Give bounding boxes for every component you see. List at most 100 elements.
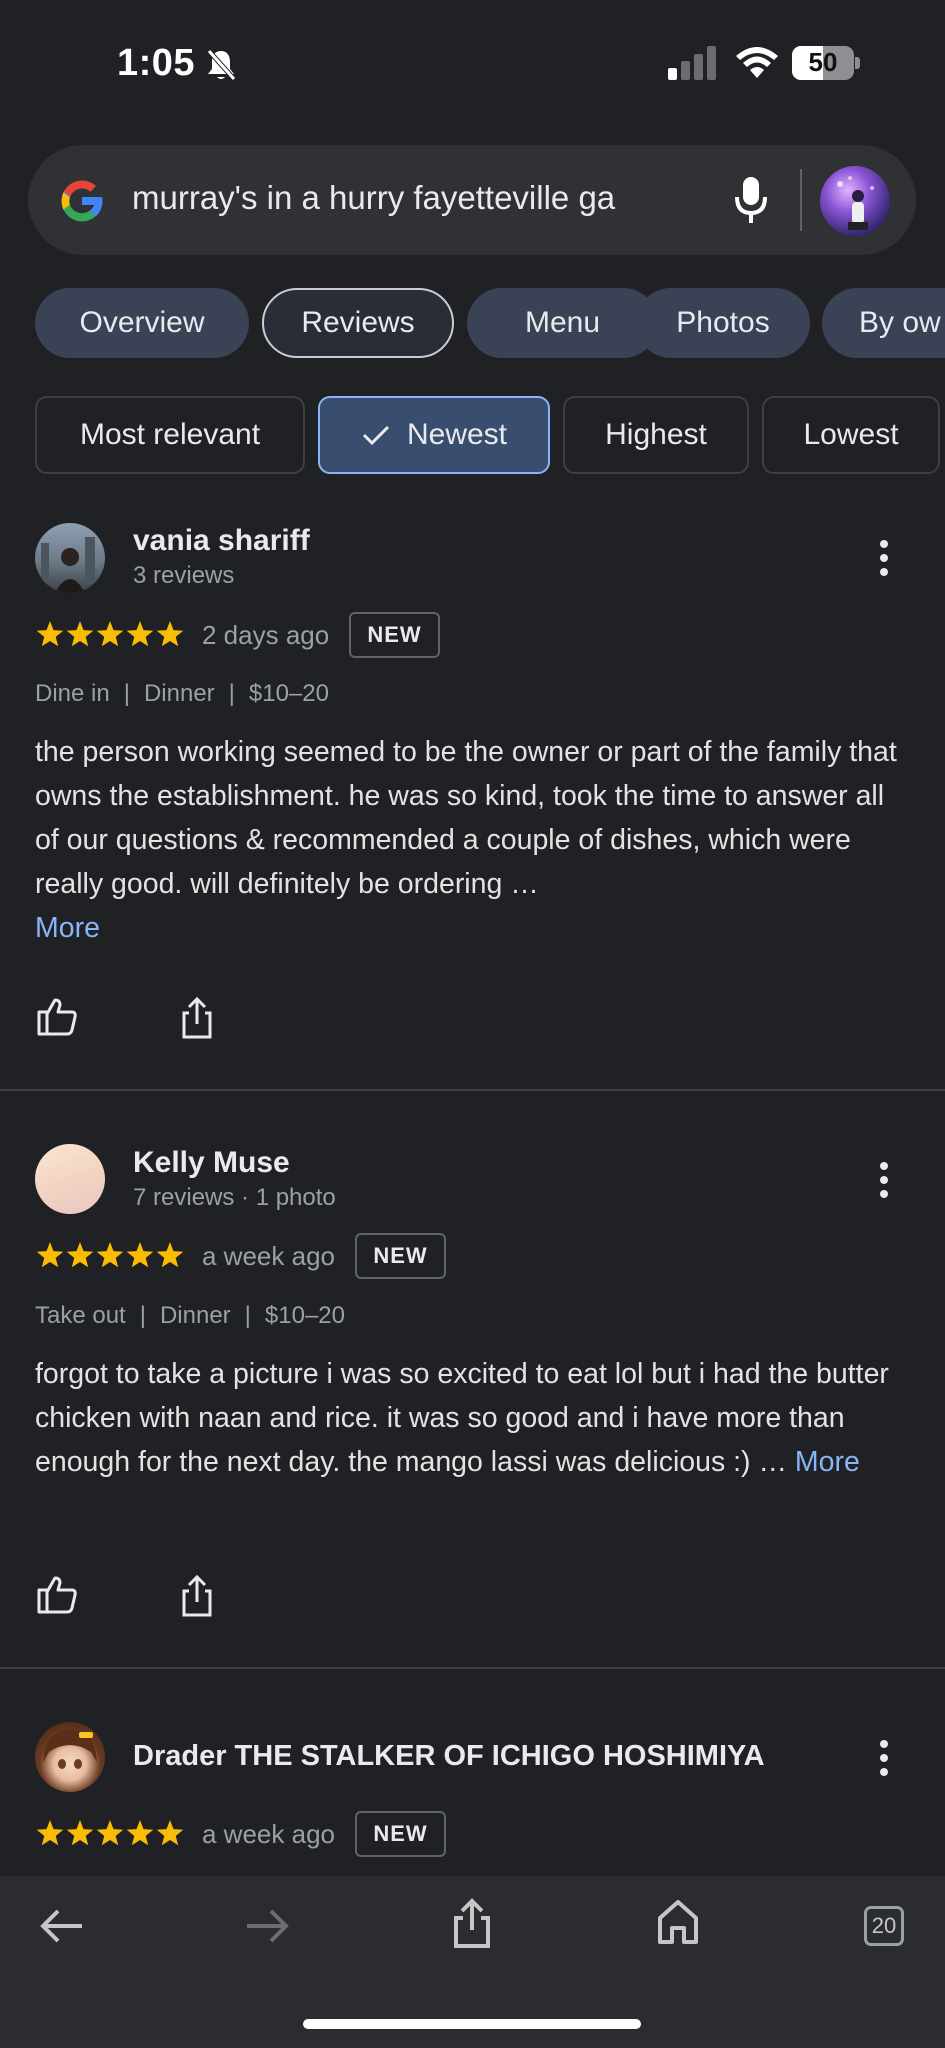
anime-avatar-icon xyxy=(43,1730,97,1769)
star-icon xyxy=(156,1820,184,1846)
review-text: forgot to take a picture i was so excite… xyxy=(35,1352,905,1484)
meta-meal: Dinner xyxy=(159,1302,231,1329)
reviewer-photo-icon xyxy=(41,537,95,593)
check-icon xyxy=(362,425,390,446)
meta-price: $10–20 xyxy=(248,680,329,707)
filter-newest[interactable]: Newest xyxy=(318,396,550,474)
share-icon[interactable] xyxy=(180,1574,214,1618)
more-options-icon[interactable] xyxy=(874,538,894,578)
meta-price: $10–20 xyxy=(264,1302,345,1329)
reviewer-name[interactable]: Drader THE STALKER OF ICHIGO HOSHIMIYA xyxy=(133,1740,765,1773)
review-body: forgot to take a picture i was so excite… xyxy=(35,1358,889,1478)
reviewer-stats: 3 reviews xyxy=(133,562,235,589)
thumbs-up-icon[interactable] xyxy=(35,994,79,1038)
meta-service: Dine in xyxy=(35,680,110,707)
star-icon xyxy=(96,621,124,647)
filter-label: Newest xyxy=(406,418,508,451)
reviewer-stats: 7 reviews · 1 photo xyxy=(133,1184,336,1211)
star-icon xyxy=(36,1242,64,1268)
star-icon xyxy=(126,1820,154,1846)
more-link[interactable]: More xyxy=(795,1446,860,1478)
tab-menu[interactable]: Menu xyxy=(467,288,658,358)
stars-svg xyxy=(36,1820,184,1846)
reviewer-avatar[interactable] xyxy=(35,523,105,593)
tab-by-owner[interactable]: By ow xyxy=(822,288,945,358)
share-icon[interactable] xyxy=(452,1898,492,1950)
star-icon xyxy=(66,1242,94,1268)
forward-arrow-icon[interactable] xyxy=(243,1902,291,1950)
meta-separator: | xyxy=(123,680,130,707)
star-rating xyxy=(35,1818,185,1850)
review-text: the person working seemed to be the owne… xyxy=(35,730,905,950)
battery-percent: 50 xyxy=(808,47,838,77)
meta-service: Take out xyxy=(35,1302,126,1329)
star-icon xyxy=(156,1242,184,1268)
new-badge: NEW xyxy=(355,1233,446,1279)
place-tabs: Overview Reviews Menu Photos By ow xyxy=(0,288,945,358)
battery-indicator: 50 xyxy=(792,46,860,80)
tab-overview[interactable]: Overview xyxy=(35,288,249,358)
review-body: the person working seemed to be the owne… xyxy=(35,736,897,900)
meta-separator: | xyxy=(244,1302,251,1329)
reviewer-avatar[interactable] xyxy=(35,1144,105,1214)
tab-reviews[interactable]: Reviews xyxy=(262,288,454,358)
search-query[interactable]: murray's in a hurry fayetteville ga xyxy=(132,179,615,217)
review-time: 2 days ago xyxy=(202,620,330,650)
reviewer-name[interactable]: Kelly Muse xyxy=(133,1146,290,1180)
filter-lowest[interactable]: Lowest xyxy=(762,396,940,474)
filter-highest[interactable]: Highest xyxy=(563,396,749,474)
signal-icon xyxy=(668,46,716,80)
filter-label: Most relevant xyxy=(79,418,261,451)
review-time: a week ago xyxy=(202,1241,335,1271)
meta-separator: | xyxy=(228,680,235,707)
star-icon xyxy=(156,621,184,647)
battery-nub xyxy=(855,57,860,69)
new-badge: NEW xyxy=(355,1811,446,1857)
new-badge: NEW xyxy=(349,612,440,658)
filter-label: Highest xyxy=(605,418,707,451)
stars-svg xyxy=(36,621,184,647)
back-arrow-icon[interactable] xyxy=(38,1902,86,1950)
search-divider xyxy=(800,169,802,231)
tab-photos[interactable]: Photos xyxy=(636,288,810,358)
review-divider xyxy=(0,1089,945,1091)
more-options-icon[interactable] xyxy=(874,1738,894,1778)
star-icon xyxy=(96,1820,124,1846)
thumbs-up-icon[interactable] xyxy=(35,1572,79,1616)
profile-photo-icon xyxy=(837,176,874,230)
reviewer-name[interactable]: vania shariff xyxy=(133,524,310,558)
search-bar[interactable]: murray's in a hurry fayetteville ga xyxy=(28,145,916,255)
meta-meal: Dinner xyxy=(143,680,215,707)
star-icon xyxy=(36,1820,64,1846)
filter-most-relevant[interactable]: Most relevant xyxy=(35,396,305,474)
review-meta: Dine in | Dinner | $10–20 xyxy=(35,680,329,708)
star-rating xyxy=(35,1240,185,1272)
profile-avatar[interactable] xyxy=(820,166,890,236)
meta-separator: | xyxy=(139,1302,146,1329)
more-link[interactable]: More xyxy=(35,912,100,944)
review-time: a week ago xyxy=(202,1819,335,1849)
google-logo-icon xyxy=(61,180,104,222)
filter-label: Lowest xyxy=(803,418,899,451)
star-rating xyxy=(35,619,185,651)
star-icon xyxy=(126,1242,154,1268)
home-icon[interactable] xyxy=(656,1898,700,1946)
star-icon xyxy=(36,621,64,647)
wifi-icon xyxy=(736,47,778,78)
star-icon xyxy=(66,1820,94,1846)
stars-svg xyxy=(36,1242,184,1268)
star-icon xyxy=(126,621,154,647)
tab-switcher-button[interactable]: 20 xyxy=(864,1906,904,1946)
more-options-icon[interactable] xyxy=(874,1160,894,1200)
home-indicator xyxy=(303,2019,641,2029)
reviewer-avatar[interactable] xyxy=(35,1722,105,1792)
star-icon xyxy=(96,1242,124,1268)
microphone-icon[interactable] xyxy=(733,175,769,225)
review-meta: Take out | Dinner | $10–20 xyxy=(35,1302,345,1330)
browser-toolbar: 20 xyxy=(0,1876,945,2048)
battery-body: 50 xyxy=(792,46,854,80)
status-bar: 1:05 50 xyxy=(0,0,945,130)
star-icon xyxy=(66,621,94,647)
share-icon[interactable] xyxy=(180,996,214,1040)
bell-muted-icon xyxy=(207,49,236,81)
